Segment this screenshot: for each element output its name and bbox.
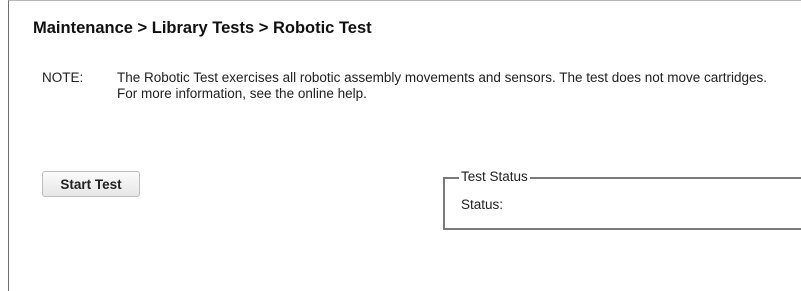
test-status-group: Test Status Status:: [443, 169, 801, 230]
status-label: Status:: [461, 197, 504, 212]
start-test-button[interactable]: Start Test: [42, 171, 140, 197]
content-panel: Maintenance > Library Tests > Robotic Te…: [8, 0, 801, 291]
breadcrumb: Maintenance > Library Tests > Robotic Te…: [33, 19, 372, 37]
note-label: NOTE:: [42, 70, 84, 85]
note-text: The Robotic Test exercises all robotic a…: [117, 70, 768, 101]
test-status-legend: Test Status: [459, 169, 530, 185]
